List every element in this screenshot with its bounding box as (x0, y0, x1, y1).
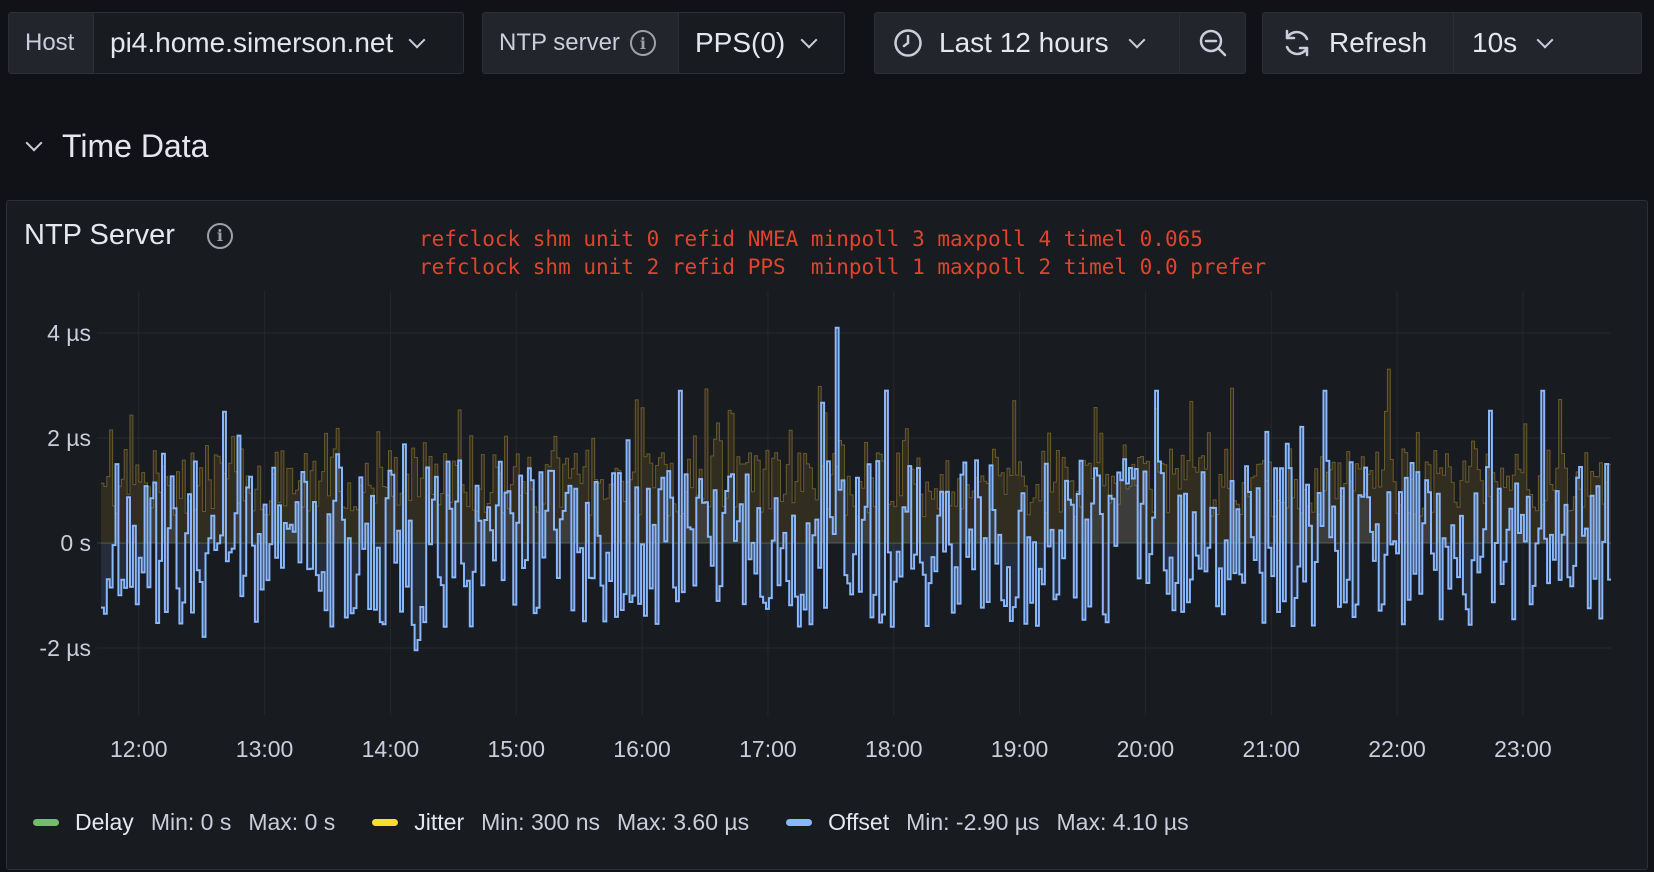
x-tick-label: 13:00 (236, 736, 294, 762)
info-icon[interactable]: i (206, 222, 233, 249)
chevron-down-icon (800, 31, 818, 49)
ntp-server-label-box: NTP server i (483, 13, 679, 73)
y-tick-label: 2 µs (47, 425, 91, 451)
ntp-server-panel: NTP Server i refclock shm unit 0 refid N… (6, 200, 1648, 870)
legend-max: Max: 3.60 µs (617, 809, 750, 835)
legend-series-name: Offset (828, 809, 890, 835)
refresh-interval-value: 10s (1472, 27, 1518, 58)
panel-header: NTP Server i (24, 219, 233, 252)
legend-max: Max: 0 s (248, 809, 336, 835)
ntp-server-value: PPS(0) (695, 27, 786, 58)
legend-swatch (786, 819, 813, 826)
legend-swatch (372, 819, 399, 826)
host-value: pi4.home.simerson.net (110, 27, 394, 58)
toolbar: Host pi4.home.simerson.net NTP server i … (8, 12, 1648, 76)
description-line-1: refclock shm unit 0 refid NMEA minpoll 3… (419, 227, 1203, 251)
x-tick-label: 12:00 (110, 736, 168, 762)
x-tick-label: 22:00 (1368, 736, 1426, 762)
refresh-label: Refresh (1329, 27, 1428, 58)
y-tick-label: 0 s (60, 530, 91, 556)
info-icon[interactable]: i (629, 30, 656, 56)
legend: Delay Min: 0 s Max: 0 s Jitter Min: 300 ns Ma… (33, 809, 1226, 836)
legend-item-delay[interactable]: Delay Min: 0 s Max: 0 s (33, 809, 352, 836)
legend-item-offset[interactable]: Offset Min: -2.90 µs Max: 4.10 µs (786, 809, 1206, 836)
time-range-button[interactable]: Last 12 hours (875, 13, 1179, 73)
host-variable: Host pi4.home.simerson.net (8, 12, 464, 74)
legend-swatch (33, 819, 59, 826)
ntp-server-select[interactable]: PPS(0) (679, 13, 844, 73)
legend-max: Max: 4.10 µs (1056, 809, 1189, 835)
y-tick-label: 4 µs (47, 320, 91, 346)
x-tick-label: 17:00 (739, 736, 797, 762)
zoom-out-button[interactable] (1179, 13, 1245, 73)
refresh-button[interactable]: Refresh (1263, 13, 1453, 73)
time-range-label: Last 12 hours (939, 27, 1109, 58)
row-header[interactable]: Time Data (22, 128, 208, 165)
host-label: Host (9, 13, 94, 73)
ntp-server-variable: NTP server i PPS(0) (482, 12, 845, 74)
legend-min: Min: 0 s (150, 809, 232, 835)
x-tick-label: 23:00 (1494, 736, 1552, 762)
ntp-server-label: NTP server (499, 29, 620, 56)
refresh-icon (1285, 29, 1309, 57)
clock-icon (894, 29, 922, 57)
legend-item-jitter[interactable]: Jitter Min: 300 ns Max: 3.60 µs (372, 809, 766, 836)
legend-min: Min: 300 ns (481, 809, 601, 835)
description-line-2: refclock shm unit 2 refid PPS minpoll 1 … (419, 255, 1267, 279)
legend-series-name: Delay (75, 809, 134, 835)
refresh-picker: Refresh 10s (1262, 12, 1642, 74)
time-series-chart[interactable]: 4 µs 2 µs 0 s -2 µs 12:00 13:00 14:00 15:00 16:0… (7, 291, 1647, 871)
chevron-down-icon (1536, 31, 1554, 49)
host-select[interactable]: pi4.home.simerson.net (94, 13, 463, 73)
x-tick-label: 16:00 (613, 736, 671, 762)
x-tick-label: 19:00 (991, 736, 1049, 762)
x-tick-label: 18:00 (865, 736, 923, 762)
refresh-interval-select[interactable]: 10s (1453, 13, 1641, 73)
x-tick-label: 14:00 (362, 736, 420, 762)
row-title: Time Data (62, 128, 209, 164)
zoom-out-icon (1199, 29, 1226, 57)
y-tick-label: -2 µs (39, 635, 91, 661)
panel-title: NTP Server (24, 219, 175, 251)
legend-series-name: Jitter (414, 809, 465, 835)
chevron-down-icon (408, 31, 426, 49)
panel-description: refclock shm unit 0 refid NMEA minpoll 3… (419, 225, 1266, 281)
x-tick-label: 21:00 (1242, 736, 1300, 762)
legend-min: Min: -2.90 µs (906, 809, 1040, 835)
chevron-down-icon (25, 134, 43, 151)
chevron-down-icon (1128, 31, 1146, 49)
time-picker: Last 12 hours (874, 12, 1246, 74)
x-tick-label: 20:00 (1117, 736, 1175, 762)
x-tick-label: 15:00 (487, 736, 545, 762)
